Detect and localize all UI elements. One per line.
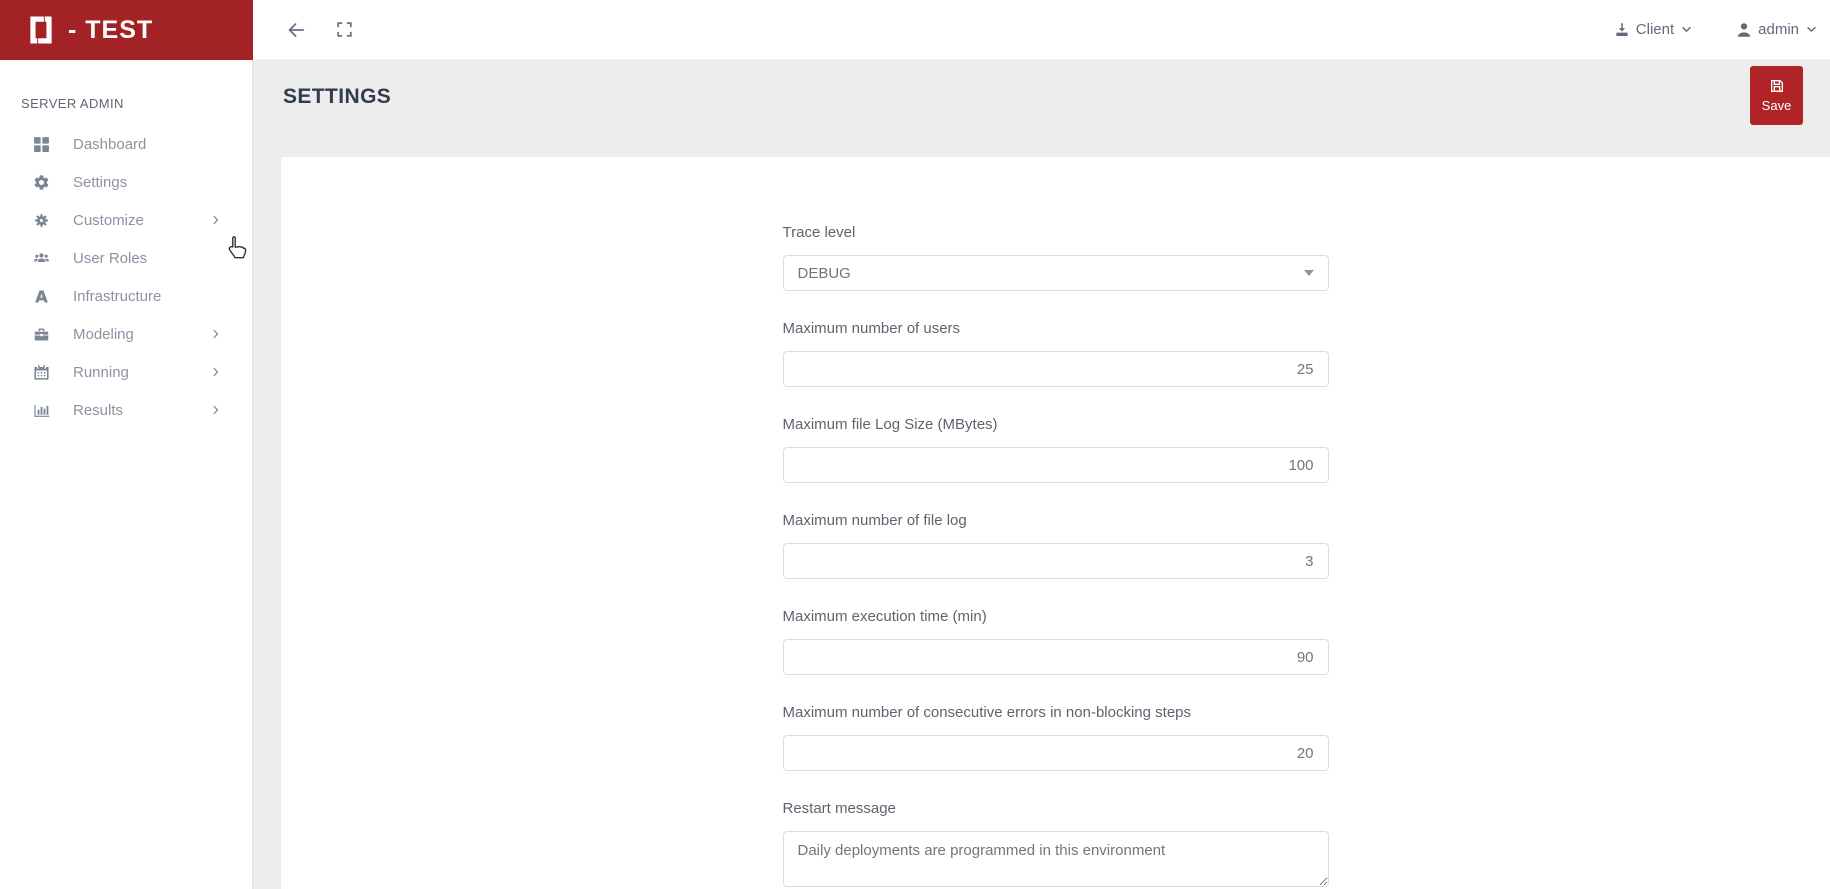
bar-chart-icon xyxy=(33,402,50,419)
maximum-file-log-size-mbytes-input[interactable] xyxy=(782,447,1329,483)
infrastructure-icon xyxy=(33,288,50,305)
restart-message-textarea[interactable]: Daily deployments are programmed in this… xyxy=(782,831,1329,887)
sidebar: SERVER ADMIN Dashboard Settings Customiz… xyxy=(0,60,253,889)
sidebar-item-label: Customize xyxy=(73,211,144,229)
brand-title: - TEST xyxy=(68,15,154,44)
field-label-maximum-number-of-consecutive-errors-in-non-blocking-steps: Maximum number of consecutive errors in … xyxy=(782,704,1192,721)
maximum-execution-time-min-input[interactable] xyxy=(782,639,1329,675)
chevron-down-icon xyxy=(1680,23,1693,36)
app-header: - TEST Client admin xyxy=(0,0,1830,60)
field-label-trace-level: Trace level xyxy=(782,224,856,241)
page-title: SETTINGS xyxy=(283,85,392,108)
chevron-right-icon xyxy=(210,328,222,340)
main-content: SETTINGS Save Trace level DEBUG Maximum … xyxy=(253,60,1830,889)
sidebar-section-title: SERVER ADMIN xyxy=(21,96,124,111)
cog-icon xyxy=(33,212,50,229)
sidebar-item-infrastructure[interactable]: Infrastructure xyxy=(0,277,252,315)
field-label-maximum-file-log-size-mbytes: Maximum file Log Size (MBytes) xyxy=(782,416,998,433)
field-label-maximum-execution-time-min: Maximum execution time (min) xyxy=(782,608,987,625)
sidebar-item-label: Results xyxy=(73,401,124,419)
field-maximum-number-of-consecutive-errors-in-non-blocking-steps: Maximum number of consecutive errors in … xyxy=(782,704,1329,771)
download-icon xyxy=(1613,21,1631,39)
sidebar-item-dashboard[interactable]: Dashboard xyxy=(0,125,252,163)
brand-logo[interactable]: - TEST xyxy=(0,0,253,60)
sidebar-item-customize[interactable]: Customize xyxy=(0,201,252,239)
caret-down-icon xyxy=(1303,270,1314,276)
topbar: Client admin xyxy=(253,0,1830,60)
fullscreen-button[interactable] xyxy=(327,13,361,47)
chevron-right-icon xyxy=(210,214,222,226)
sidebar-item-user-roles[interactable]: User Roles xyxy=(0,239,252,277)
maximum-number-of-file-log-input[interactable] xyxy=(782,543,1329,579)
client-menu-label: Client xyxy=(1635,21,1675,38)
sidebar-item-running[interactable]: Running xyxy=(0,353,252,391)
save-button[interactable]: Save xyxy=(1750,66,1803,125)
chevron-right-icon xyxy=(210,404,222,416)
field-maximum-file-log-size-mbytes: Maximum file Log Size (MBytes) xyxy=(782,416,1329,483)
sidebar-item-label: Modeling xyxy=(73,325,134,343)
sidebar-item-label: Running xyxy=(73,363,129,381)
save-button-label: Save xyxy=(1761,98,1792,113)
field-trace-level: Trace level DEBUG xyxy=(782,224,1329,291)
trace-level-select[interactable]: DEBUG xyxy=(782,255,1329,291)
sidebar-item-modeling[interactable]: Modeling xyxy=(0,315,252,353)
sidebar-item-settings[interactable]: Settings xyxy=(0,163,252,201)
settings-form: Trace level DEBUG Maximum number of user… xyxy=(782,157,1329,889)
maximum-number-of-users-input[interactable] xyxy=(782,351,1329,387)
gear-icon xyxy=(33,174,50,191)
back-arrow-icon xyxy=(285,19,307,41)
field-label-maximum-number-of-file-log: Maximum number of file log xyxy=(782,512,967,529)
fullscreen-icon xyxy=(335,20,354,39)
users-icon xyxy=(33,250,50,267)
chevron-down-icon xyxy=(1805,23,1818,36)
dashboard-icon xyxy=(33,136,50,153)
person-icon xyxy=(1735,21,1753,39)
field-restart-message: Restart message Daily deployments are pr… xyxy=(782,800,1329,889)
briefcase-icon xyxy=(33,326,50,343)
sidebar-item-label: Infrastructure xyxy=(73,287,162,305)
client-menu[interactable]: Client xyxy=(1613,21,1693,39)
sidebar-item-label: Settings xyxy=(73,173,128,191)
field-label-maximum-number-of-users: Maximum number of users xyxy=(782,320,961,337)
admin-user-menu[interactable]: admin xyxy=(1735,21,1818,39)
field-maximum-number-of-users: Maximum number of users xyxy=(782,320,1329,387)
floppy-icon xyxy=(1769,78,1785,94)
back-button[interactable] xyxy=(279,13,313,47)
field-maximum-execution-time-min: Maximum execution time (min) xyxy=(782,608,1329,675)
sidebar-item-results[interactable]: Results xyxy=(0,391,252,429)
page-head: SETTINGS Save xyxy=(253,60,1830,157)
chevron-right-icon xyxy=(210,366,222,378)
settings-card: Trace level DEBUG Maximum number of user… xyxy=(281,157,1830,889)
admin-menu-label: admin xyxy=(1758,21,1799,38)
field-maximum-number-of-file-log: Maximum number of file log xyxy=(782,512,1329,579)
sidebar-item-label: User Roles xyxy=(73,249,148,267)
brackets-logo-icon xyxy=(24,13,58,47)
calendar-icon xyxy=(33,364,50,381)
field-label-restart-message: Restart message xyxy=(782,800,896,817)
sidebar-nav: Dashboard Settings Customize User Roles … xyxy=(0,125,252,429)
sidebar-item-label: Dashboard xyxy=(73,135,147,153)
maximum-number-of-consecutive-errors-in-non-blocking-steps-input[interactable] xyxy=(782,735,1329,771)
